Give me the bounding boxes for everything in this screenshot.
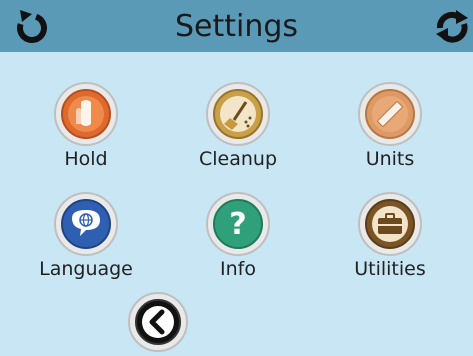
hold-label: Hold bbox=[64, 148, 108, 170]
back-button[interactable] bbox=[128, 292, 188, 352]
hold-button[interactable]: Hold bbox=[16, 82, 156, 192]
info-label: Info bbox=[220, 258, 256, 280]
utilities-button[interactable]: Utilities bbox=[320, 192, 460, 302]
refresh-icon[interactable] bbox=[432, 6, 472, 46]
units-button[interactable]: Units bbox=[320, 82, 460, 192]
question-mark-icon: ? bbox=[206, 192, 270, 256]
info-button[interactable]: ? Info bbox=[168, 192, 308, 302]
header-bar: Settings bbox=[0, 0, 473, 52]
svg-text:?: ? bbox=[229, 207, 246, 242]
cleanup-label: Cleanup bbox=[198, 148, 278, 170]
language-label: Language bbox=[39, 258, 133, 280]
toolbox-icon bbox=[358, 192, 422, 256]
units-label: Units bbox=[365, 148, 415, 170]
ruler-icon bbox=[358, 82, 422, 146]
language-button[interactable]: Language bbox=[16, 192, 156, 302]
globe-speech-icon bbox=[54, 192, 118, 256]
hold-touch-icon bbox=[54, 82, 118, 146]
cleanup-button[interactable]: Cleanup bbox=[168, 82, 308, 192]
power-cycle-icon[interactable] bbox=[12, 6, 52, 46]
page-title: Settings bbox=[174, 9, 299, 44]
broom-cleanup-icon bbox=[206, 82, 270, 146]
utilities-label: Utilities bbox=[354, 258, 426, 280]
